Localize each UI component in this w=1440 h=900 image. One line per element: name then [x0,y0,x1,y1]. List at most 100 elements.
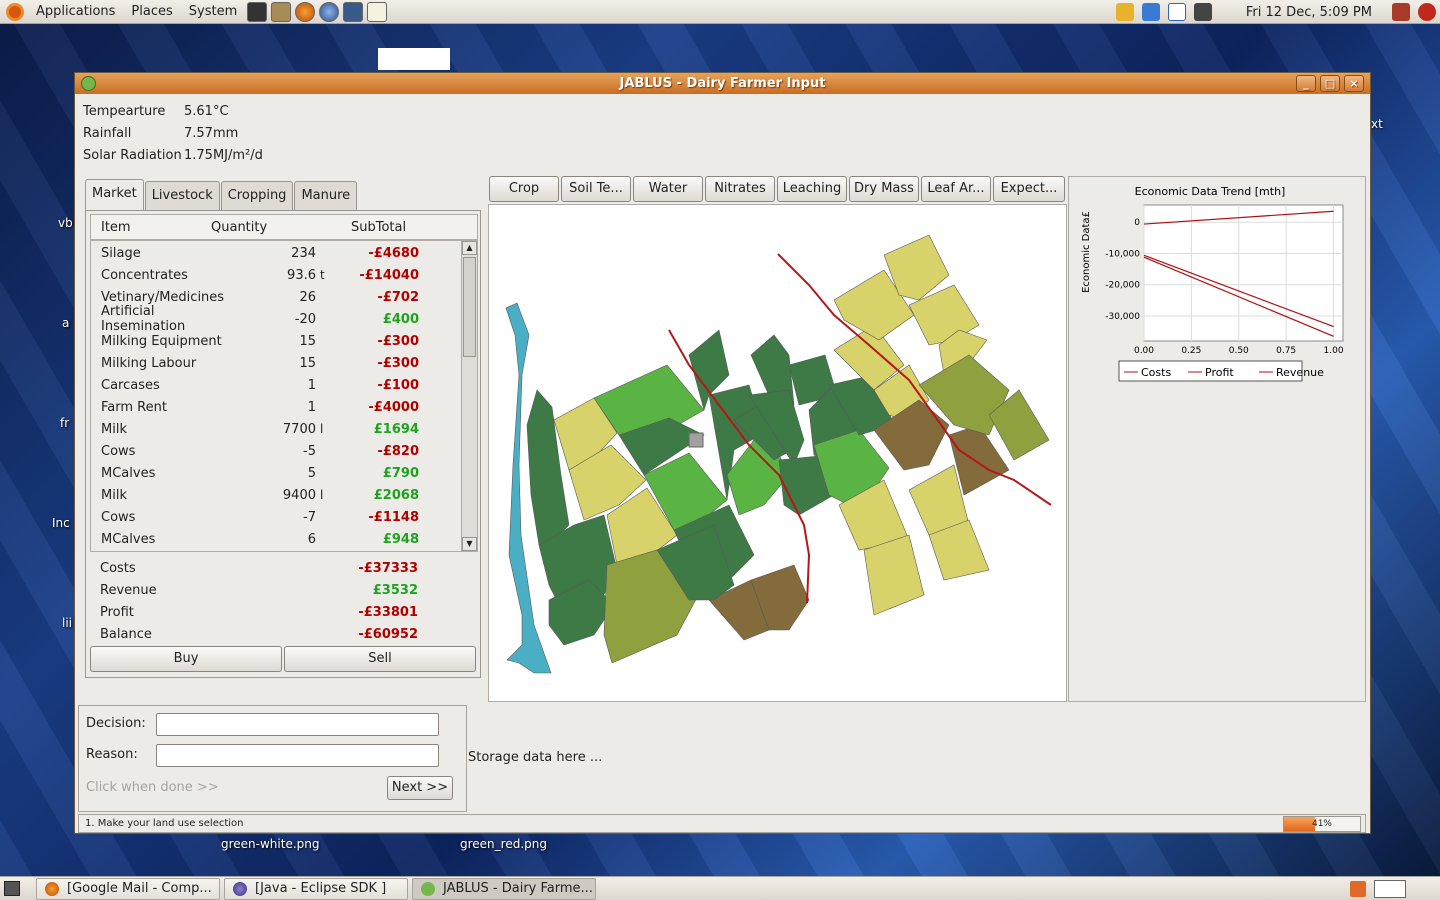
field-parcel[interactable] [526,389,570,546]
network-icon[interactable] [1141,3,1160,21]
farm-building[interactable] [688,432,704,448]
scroll-up-icon[interactable]: ▲ [462,241,477,255]
total-label: Revenue [100,582,157,598]
row-subtotal: £400 [382,311,419,327]
header-subtotal[interactable]: SubTotal [351,220,451,235]
next-button[interactable]: Next >> [387,776,453,800]
layer-drymass-button[interactable]: Dry Mass [849,176,919,202]
table-row[interactable]: Farm Rent 1 -£4000 [91,396,477,418]
total-value: -£60952 [358,626,418,642]
table-row[interactable]: Cows -7 -£1148 [91,506,477,528]
temperature-label: Tempearture [83,104,166,119]
taskbar-item-label: [Java - Eclipse SDK ] [255,881,387,896]
legend-label: Costs [1141,366,1171,379]
key-icon[interactable] [1115,3,1134,21]
row-item: MCalves [101,531,156,547]
desktop-icon-label[interactable]: xt [1371,117,1383,131]
layer-expect-button[interactable]: Expect... [993,176,1065,202]
show-desktop-icon[interactable] [4,881,20,896]
header-quantity[interactable]: Quantity [211,220,351,235]
user-switch-icon[interactable] [1392,3,1410,21]
reason-input[interactable] [156,744,439,767]
taskbar-item[interactable]: JABLUS - Dairy Farme... [412,878,596,900]
total-label: Balance [100,626,152,642]
map-layer-bar: Crop Soil Te... Water Nitrates Leaching … [489,176,1065,202]
desktop-icon-label[interactable]: vb [58,216,73,230]
row-subtotal: £2068 [373,487,419,503]
table-row[interactable]: MCalves 5 £790 [91,462,477,484]
row-item: MCalves [101,465,156,481]
reason-label: Reason: [86,747,138,762]
buy-button[interactable]: Buy [90,646,282,672]
maximize-button[interactable]: □ [1320,75,1340,92]
total-value: -£37333 [358,560,418,576]
ubuntu-logo-icon[interactable] [6,2,24,21]
window-titlebar[interactable]: JABLUS - Dairy Farmer Input _ □ × [75,73,1370,94]
layer-nitrates-button[interactable]: Nitrates [705,176,775,202]
farm-map[interactable] [488,204,1067,702]
desktop-icon-label[interactable]: lii [62,616,72,630]
workspace-switcher[interactable] [1374,880,1406,898]
layer-soil-button[interactable]: Soil Te... [561,176,631,202]
tab-market[interactable]: Market [85,179,144,210]
table-row[interactable]: Milk 7700 l £1694 [91,418,477,440]
row-subtotal: £1694 [373,421,419,437]
row-quantity: 1 [307,377,316,393]
browser-launcher-icon[interactable] [319,1,340,22]
tab-livestock[interactable]: Livestock [144,181,220,210]
totals: Costs -£37333 Revenue £3532 Profit -£33801 Bal… [90,557,478,645]
notes-launcher-icon[interactable] [367,1,388,22]
settings-launcher-icon[interactable] [271,1,292,22]
menu-system[interactable]: System [181,4,245,19]
menu-places[interactable]: Places [123,4,180,19]
table-row[interactable]: Milking Equipment 15 -£300 [91,330,477,352]
table-row[interactable]: Milk 9400 l £2068 [91,484,477,506]
layer-leafarea-button[interactable]: Leaf Ar... [921,176,991,202]
layer-crop-button[interactable]: Crop [489,176,559,202]
taskbar-item[interactable]: [Google Mail - Comp... [36,878,220,900]
taskbar-item[interactable]: [Java - Eclipse SDK ] [224,878,408,900]
table-row[interactable]: Cows -5 -£820 [91,440,477,462]
click-hint: Click when done >> [86,780,219,795]
table-scrollbar[interactable]: ▲ ▼ [461,241,477,551]
field-parcel[interactable] [863,534,925,616]
scroll-thumb[interactable] [463,257,476,357]
decision-input[interactable] [156,713,439,736]
trash-icon[interactable] [1350,881,1366,897]
scroll-down-icon[interactable]: ▼ [462,537,477,551]
row-item: Vetinary/Medicines [101,289,225,305]
close-button[interactable]: × [1344,75,1364,92]
progress-bar: 41% [1283,816,1361,832]
desktop-thumbnail[interactable] [378,48,450,70]
desktop-file-label[interactable]: green_red.png [460,837,547,851]
desktop-icon-label[interactable]: Inc [52,516,74,530]
farm-map-svg[interactable] [489,205,1066,701]
desktop-icon-label[interactable]: fr [60,416,70,430]
layer-leaching-button[interactable]: Leaching [777,176,847,202]
tab-manure[interactable]: Manure [294,181,358,210]
tab-cropping[interactable]: Cropping [220,181,294,210]
app-icon[interactable] [81,76,96,91]
table-row[interactable]: Artificial Insemination -20 £400 [91,304,477,334]
header-item[interactable]: Item [91,220,211,235]
power-icon[interactable] [1418,3,1436,21]
table-row[interactable]: Carcases 1 -£100 [91,374,477,396]
table-row[interactable]: Milking Labour 15 -£300 [91,352,477,374]
firefox-launcher-icon[interactable] [295,1,316,22]
table-row[interactable]: MCalves 6 £948 [91,528,477,550]
table-row[interactable]: Concentrates 93.6 t -£14040 [91,264,477,286]
desktop-icon-label[interactable]: a [62,316,72,330]
terminal-launcher-icon[interactable] [247,1,268,22]
economic-chart-panel: Economic Data Trend [mth] Economic Data£… [1068,176,1366,702]
clock[interactable]: Fri 12 Dec, 5:09 PM [1246,5,1372,20]
minimize-button[interactable]: _ [1296,75,1316,92]
table-row[interactable]: Silage 234 -£4680 [91,242,477,264]
desktop-file-label[interactable]: green-white.png [221,837,319,851]
menu-applications[interactable]: Applications [28,4,123,19]
display-icon[interactable] [1193,3,1212,21]
jr-launcher-icon[interactable] [343,1,364,22]
mail-icon[interactable] [1167,3,1186,21]
layer-water-button[interactable]: Water [633,176,703,202]
status-bar: 1. Make your land use selection 41% [78,814,1366,833]
sell-button[interactable]: Sell [284,646,476,672]
